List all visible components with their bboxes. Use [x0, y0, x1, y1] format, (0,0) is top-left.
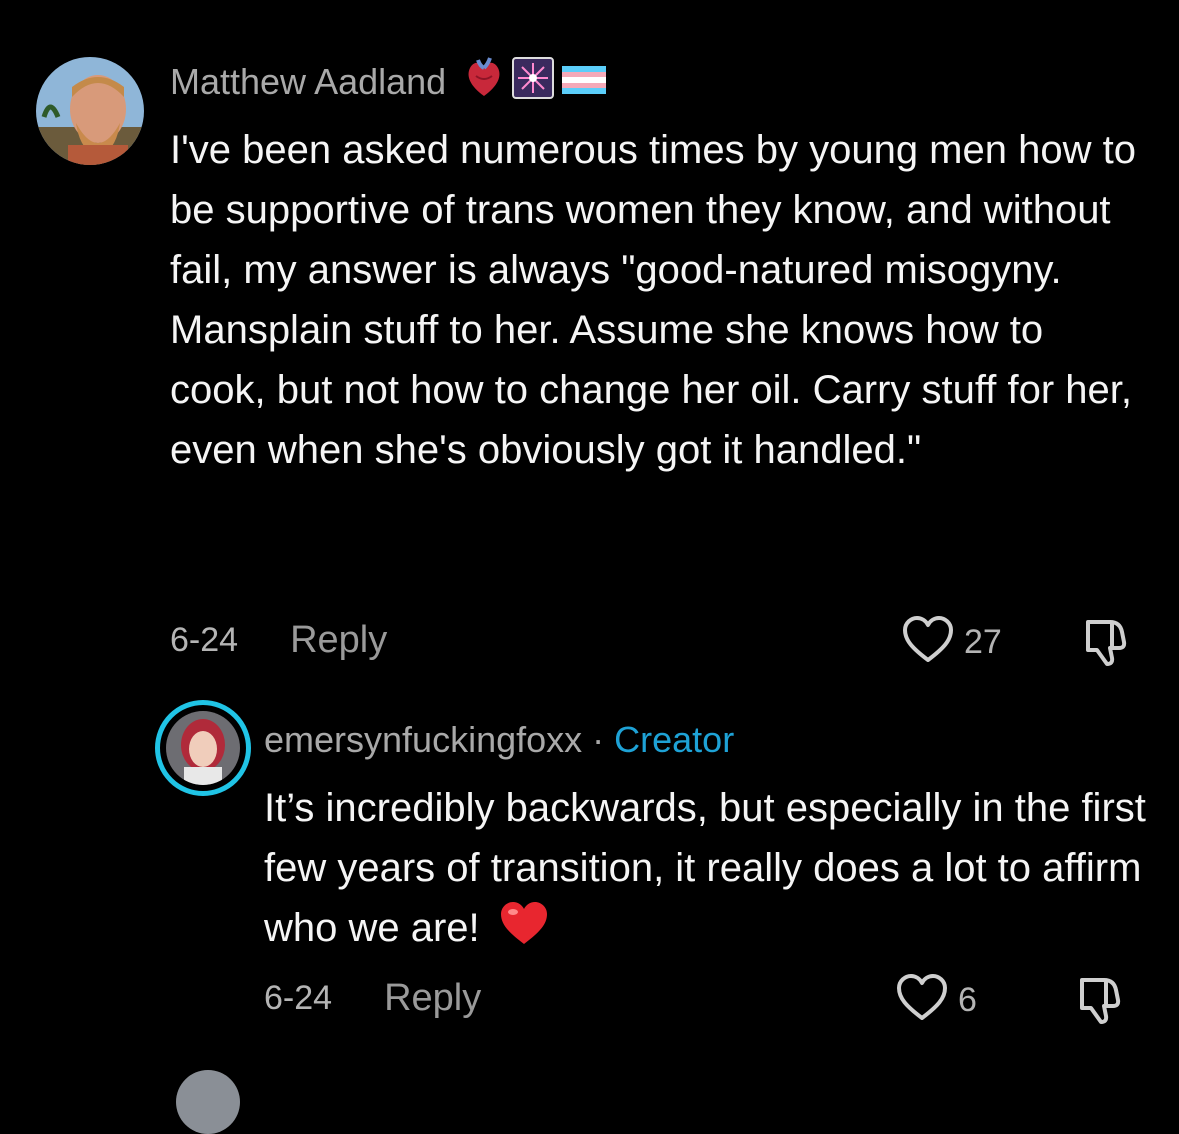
- reply-actions: 6-24 Reply: [264, 968, 481, 1028]
- anatomical-heart-icon: [464, 56, 504, 109]
- comment-author[interactable]: Matthew Aadland: [170, 56, 607, 104]
- transgender-flag-icon: [562, 61, 607, 103]
- comment-text: I've been asked numerous times by young …: [170, 128, 1136, 472]
- creator-badge: Creator: [614, 719, 735, 760]
- comment-date: 6-24: [170, 620, 239, 659]
- author-name[interactable]: emersynfuckingfoxx: [264, 719, 582, 761]
- thumbs-down-icon[interactable]: [1076, 974, 1126, 1029]
- thumbs-down-icon[interactable]: [1082, 616, 1132, 671]
- heart-outline-icon: [896, 974, 948, 1027]
- red-heart-icon: [499, 901, 549, 964]
- reply-date: 6-24: [264, 978, 333, 1017]
- like-count: 27: [964, 623, 1002, 661]
- heart-outline-icon: [902, 616, 954, 669]
- like-button[interactable]: 27: [902, 616, 1002, 669]
- fireworks-icon: [512, 56, 555, 108]
- like-count: 6: [958, 981, 977, 1019]
- avatar: [166, 711, 240, 785]
- reply-button[interactable]: Reply: [290, 619, 387, 662]
- like-button[interactable]: 6: [896, 974, 977, 1027]
- comment-actions: 6-24 Reply: [170, 610, 387, 670]
- author-name[interactable]: Matthew Aadland: [170, 61, 446, 103]
- reply-button[interactable]: Reply: [384, 977, 481, 1020]
- reply-author[interactable]: emersynfuckingfoxx · Creator: [264, 718, 734, 762]
- avatar[interactable]: [36, 57, 144, 165]
- reply-text: It’s incredibly backwards, but especiall…: [264, 778, 1154, 964]
- creator-avatar-ring[interactable]: [155, 700, 251, 796]
- reply-text-body: It’s incredibly backwards, but especiall…: [264, 786, 1146, 950]
- separator: ·: [592, 719, 605, 760]
